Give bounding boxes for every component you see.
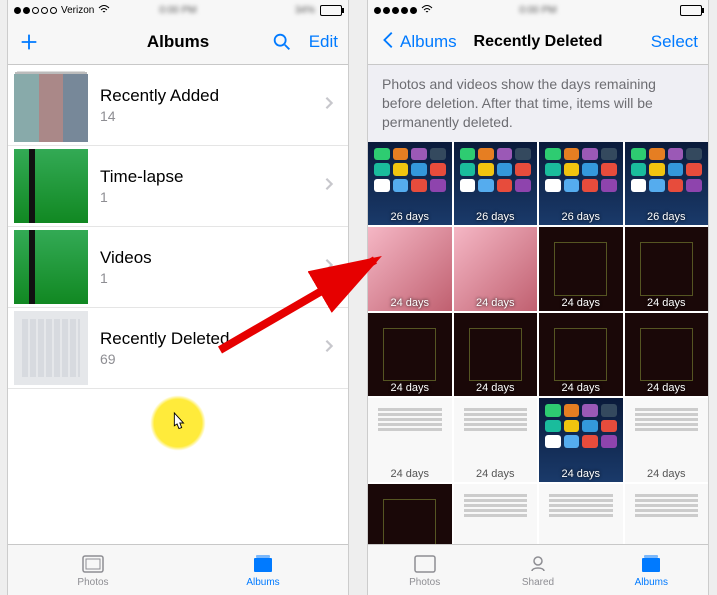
photo-cell[interactable]: 24 days [368, 227, 452, 311]
albums-screen: Verizon 0:00 PM 34% Albums [8, 0, 348, 595]
deletion-banner: Photos and videos show the days remainin… [368, 65, 708, 142]
photo-cell[interactable]: 24 days [454, 398, 538, 482]
album-count: 69 [100, 351, 322, 367]
status-time: 0:00 PM [368, 5, 708, 16]
photo-cell[interactable]: 24 days [539, 313, 623, 397]
days-remaining-label: 24 days [368, 468, 452, 480]
days-remaining-label: 24 days [454, 297, 538, 309]
album-thumb [14, 230, 88, 304]
tab-shared[interactable]: Shared [481, 545, 594, 595]
days-remaining-label: 24 days [625, 382, 709, 394]
album-thumb [14, 149, 88, 223]
battery-icon [680, 5, 702, 16]
album-thumb [14, 311, 88, 385]
photo-cell[interactable]: 24 days [539, 227, 623, 311]
days-remaining-label: 26 days [625, 211, 709, 223]
album-name: Recently Added [100, 86, 322, 106]
tab-label: Photos [409, 577, 440, 588]
photo-cell[interactable]: 24 days [539, 398, 623, 482]
days-remaining-label: 26 days [454, 211, 538, 223]
recently-deleted-screen: 0:00 PM Albums Recently Deleted Select P… [368, 0, 708, 595]
photo-cell[interactable]: 24 days [368, 313, 452, 397]
photo-cell[interactable]: 24 days [625, 227, 709, 311]
albums-list: Recently Added 14 Time-lapse 1 Videos 1 [8, 65, 348, 389]
tab-label: Albums [246, 577, 279, 588]
back-label: Albums [400, 32, 457, 52]
back-button[interactable]: Albums [378, 29, 457, 56]
days-remaining-label: 26 days [539, 211, 623, 223]
photo-cell[interactable]: 26 days [454, 142, 538, 226]
status-bar: 0:00 PM [368, 0, 708, 20]
album-row-recently-deleted[interactable]: Recently Deleted 69 [8, 308, 348, 389]
chevron-left-icon [378, 29, 400, 56]
photo-cell[interactable]: 26 days [625, 142, 709, 226]
nav-bar: Albums Recently Deleted Select [368, 20, 708, 65]
select-button[interactable]: Select [651, 32, 698, 52]
chevron-right-icon [322, 96, 336, 115]
search-button[interactable] [271, 31, 293, 53]
days-remaining-label: 24 days [368, 382, 452, 394]
days-remaining-label: 26 days [368, 211, 452, 223]
album-count: 1 [100, 189, 322, 205]
tab-albums[interactable]: Albums [178, 545, 348, 595]
tab-photos[interactable]: Photos [368, 545, 481, 595]
days-remaining-label: 24 days [368, 297, 452, 309]
album-row-recently-added[interactable]: Recently Added 14 [8, 65, 348, 146]
album-count: 1 [100, 270, 322, 286]
album-row-time-lapse[interactable]: Time-lapse 1 [8, 146, 348, 227]
days-remaining-label: 24 days [539, 468, 623, 480]
photo-cell[interactable]: 24 days [625, 313, 709, 397]
photo-cell[interactable]: 24 days [625, 398, 709, 482]
album-name: Time-lapse [100, 167, 322, 187]
battery-percent: 34% [295, 5, 315, 16]
chevron-right-icon [322, 177, 336, 196]
chevron-right-icon [322, 258, 336, 277]
days-remaining-label: 24 days [625, 468, 709, 480]
album-name: Recently Deleted [100, 329, 322, 349]
album-thumb [14, 74, 88, 142]
album-count: 14 [100, 108, 322, 124]
tab-label: Albums [635, 577, 668, 588]
days-remaining-label: 24 days [625, 297, 709, 309]
tab-photos[interactable]: Photos [8, 545, 178, 595]
days-remaining-label: 24 days [539, 382, 623, 394]
status-bar: Verizon 0:00 PM 34% [8, 0, 348, 20]
add-album-button[interactable] [18, 31, 40, 53]
album-row-videos[interactable]: Videos 1 [8, 227, 348, 308]
photo-cell[interactable]: 24 days [454, 313, 538, 397]
tab-albums[interactable]: Albums [595, 545, 708, 595]
chevron-right-icon [322, 339, 336, 358]
photo-cell[interactable]: 26 days [368, 142, 452, 226]
album-name: Videos [100, 248, 322, 268]
photo-cell[interactable]: 24 days [454, 227, 538, 311]
nav-bar: Albums Edit [8, 20, 348, 65]
photo-grid[interactable]: 26 days26 days26 days26 days24 days24 da… [368, 142, 708, 568]
photo-cell[interactable]: 26 days [539, 142, 623, 226]
tab-bar: Photos Albums [8, 544, 348, 595]
tab-label: Shared [522, 577, 554, 588]
tab-bar: Photos Shared Albums [368, 544, 708, 595]
edit-button[interactable]: Edit [309, 32, 338, 52]
tab-label: Photos [77, 577, 108, 588]
photo-cell[interactable]: 24 days [368, 398, 452, 482]
days-remaining-label: 24 days [454, 382, 538, 394]
days-remaining-label: 24 days [454, 468, 538, 480]
days-remaining-label: 24 days [539, 297, 623, 309]
battery-icon [320, 5, 342, 16]
